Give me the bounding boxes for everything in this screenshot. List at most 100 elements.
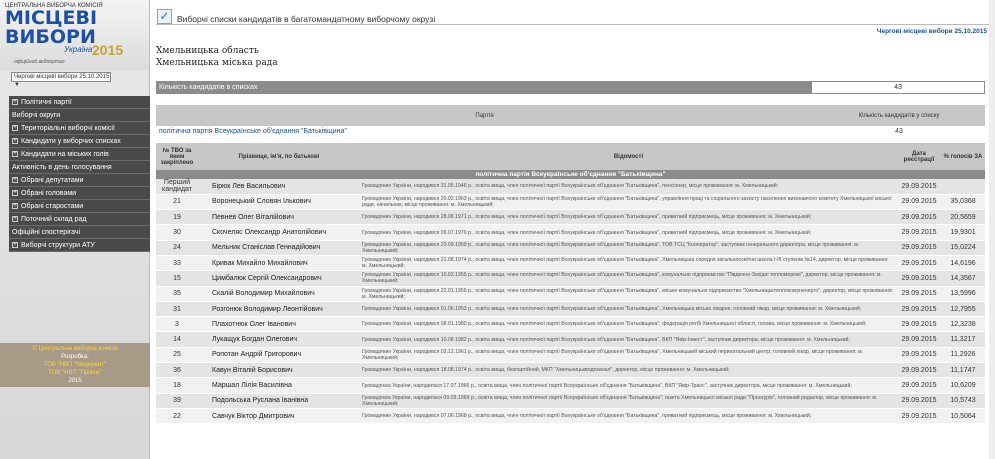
sidebar-item-label: Виборчі структури АТУ xyxy=(21,242,95,249)
pct-cell: 12,7955 xyxy=(941,301,985,318)
pct-cell: 13,5996 xyxy=(941,286,985,302)
expand-plus-icon[interactable]: + xyxy=(12,242,18,249)
info-cell: Громадянин України, народився 22.01.1956… xyxy=(360,286,897,302)
tvo-cell: 33 xyxy=(156,255,198,272)
logo-country: Україна xyxy=(64,45,93,54)
col-name: Прізвище, ім'я, по батькові xyxy=(198,143,360,170)
pct-cell: 10,6209 xyxy=(941,377,985,394)
sidebar-item-label: Офіційні спостерігачі xyxy=(12,229,81,236)
expand-plus-icon[interactable]: + xyxy=(12,125,18,132)
expand-plus-icon[interactable]: + xyxy=(12,177,18,184)
name-cell: Лукащук Богдан Олегович xyxy=(198,331,360,348)
expand-plus-icon[interactable]: + xyxy=(12,151,18,158)
info-cell: Громадянин України, народився 10.08.1982… xyxy=(360,331,897,348)
sidebar-item-label: Територіальні виборчі комісії xyxy=(21,125,115,132)
sidebar-item[interactable]: Активність в день голосування xyxy=(9,161,150,174)
sidebar-item[interactable]: Виборчі округи xyxy=(9,109,150,122)
election-select[interactable]: Чергові місцеві вибори 25.10.2015 ▼ xyxy=(11,72,111,88)
party-count-col-header: Кількість кандидатів у списку xyxy=(813,105,985,126)
info-cell: Громадянин України, народився 10.02.1955… xyxy=(360,270,897,287)
expand-plus-icon[interactable]: + xyxy=(12,216,18,223)
name-cell: Савчук Віктор Дмитрович xyxy=(198,408,360,425)
sidebar-item[interactable]: + Обрані депутатами xyxy=(9,174,150,187)
council-name: Хмельницька міська рада xyxy=(156,58,278,68)
info-cell: Громадянин України, народився 18.08.1974… xyxy=(360,362,897,379)
footer-dev1[interactable]: ТОВ "НВП "Медирент" xyxy=(0,361,150,369)
footer-year: 2015 xyxy=(68,378,82,384)
sidebar-item[interactable]: + Поточний склад рад xyxy=(9,213,150,226)
tvo-cell: 19 xyxy=(156,209,198,226)
page-scrollbar[interactable] xyxy=(989,0,995,459)
sidebar-footer: © Центральна виборча комісія Розробка: Т… xyxy=(0,343,150,387)
sidebar-item[interactable]: + Політичні партії xyxy=(9,96,150,109)
table-row: 14 Лукащук Богдан Олегович Громадянин Укра… xyxy=(156,331,985,348)
table-row: 22 Савчук Віктор Дмитрович Громадянин Укра… xyxy=(156,408,985,425)
tvo-cell: 31 xyxy=(156,301,198,318)
party-link[interactable]: політична партія Всеукраїнське об'єднанн… xyxy=(156,126,813,136)
name-cell: Певнев Олег Віталійович xyxy=(198,209,360,226)
tvo-cell: 39 xyxy=(156,393,198,409)
pct-cell: 14,6196 xyxy=(941,255,985,272)
sidebar-item[interactable]: Офіційні спостерігачі xyxy=(9,226,150,239)
pct-cell: 20,5659 xyxy=(941,209,985,226)
expand-plus-icon[interactable]: + xyxy=(12,190,18,197)
footer-dev2[interactable]: ТОВ "НВП "Пріком" xyxy=(0,369,150,377)
tvo-cell: 14 xyxy=(156,331,198,348)
sidebar-item-label: Кандидати на міських голів xyxy=(21,151,109,158)
sidebar-item[interactable]: + Обрані головами xyxy=(9,187,150,200)
date-cell: 29.09.2015 xyxy=(897,331,941,348)
col-pct: % голосів ЗА xyxy=(941,143,985,170)
info-cell: Громадянка України, народилася 17.07.196… xyxy=(360,377,897,394)
count-value: 43 xyxy=(812,82,984,93)
table-row: 3 Плахотнюк Олег Іванович Громадянин Украї… xyxy=(156,316,985,333)
sidebar-item[interactable]: + Обрані старостами xyxy=(9,200,150,213)
expand-plus-icon[interactable]: + xyxy=(12,203,18,210)
date-cell: 29.09.2015 xyxy=(897,240,941,256)
sidebar-menu: + Політичні партії Виборчі округи + Територі… xyxy=(9,96,150,252)
sidebar-item-label: Активність в день голосування xyxy=(12,164,112,171)
table-row: 21 Воронецький Словян Ількович Громадянин … xyxy=(156,194,985,211)
sidebar-item[interactable]: + Кандидати на міських голів xyxy=(9,148,150,161)
date-cell: 29.09.2015 xyxy=(897,362,941,379)
date-cell: 29.09.2015 xyxy=(897,408,941,425)
date-cell: 29.09.2015 xyxy=(897,286,941,302)
tvo-cell: 22 xyxy=(156,408,198,425)
table-row: Перший кандидат Бірюк Лев Васильович Грома… xyxy=(156,179,985,195)
pct-cell: 12,3238 xyxy=(941,316,985,333)
sidebar-item-label: Поточний склад рад xyxy=(21,216,87,223)
pct-cell: 14,3567 xyxy=(941,270,985,287)
table-row: 31 Розгонюк Володимир Леонтійович Громадян… xyxy=(156,301,985,318)
sidebar-item[interactable]: + Виборчі структури АТУ xyxy=(9,239,150,252)
party-col-header: Партія xyxy=(156,105,813,126)
site-logo[interactable]: Центральна виборча комісія МІСЦЕВІ ВИБОР… xyxy=(0,0,149,70)
region-name: Хмельницька область xyxy=(156,46,259,56)
region-heading: Хмельницька область Хмельницька міська р… xyxy=(156,45,995,69)
info-cell: Громадянин України, народився 09.07.1979… xyxy=(360,224,897,241)
table-row: 19 Певнев Олег Віталійович Громадянин Укра… xyxy=(156,209,985,226)
page-title: Виборчі списки кандидатів в багатомандат… xyxy=(177,14,436,24)
footer-copyright[interactable]: © Центральна виборча комісія xyxy=(0,345,150,353)
sidebar-item[interactable]: + Кандидати у виборчих списках xyxy=(9,135,150,148)
pct-cell: 11,2926 xyxy=(941,347,985,364)
name-cell: Скалій Володимир Михайлович xyxy=(198,286,360,302)
table-row: 24 Мельник Станіслав Геннадійович Громадян… xyxy=(156,240,985,256)
date-cell: 29.09.2015 xyxy=(897,347,941,364)
sidebar-item[interactable]: + Територіальні виборчі комісії xyxy=(9,122,150,135)
info-cell: Громадянин України, народився 08.01.1980… xyxy=(360,316,897,333)
info-cell: Громадянин України, народився 02.12.1961… xyxy=(360,347,897,364)
candidates-table: № ТВО за яким закріплено Прізвище, ім'я,… xyxy=(156,143,985,425)
expand-plus-icon[interactable]: + xyxy=(12,99,18,106)
date-cell: 29.09.2015 xyxy=(897,209,941,226)
table-row: 18 Маршал Лілія Василівна Громадянка Украї… xyxy=(156,377,985,394)
candidates-count-bar: Кількість кандидатів в списках 43 xyxy=(156,81,985,94)
date-cell: 29.09.2015 xyxy=(897,316,941,333)
table-row: 25 Ропотан Андрій Григорович Громадянин Ук… xyxy=(156,347,985,364)
tvo-cell: 24 xyxy=(156,240,198,256)
expand-plus-icon[interactable]: + xyxy=(12,138,18,145)
date-cell: 29.09.2015 xyxy=(897,179,941,195)
info-cell: Громадянин України, народився 07.06.1968… xyxy=(360,408,897,425)
election-link[interactable]: Чергові місцеві вибори 25.10.2015 xyxy=(877,28,987,35)
party-table: Партія Кількість кандидатів у списку пол… xyxy=(156,105,985,136)
info-cell: Громадянин України, народився 01.06.1953… xyxy=(360,301,897,318)
tvo-cell: 21 xyxy=(156,194,198,211)
